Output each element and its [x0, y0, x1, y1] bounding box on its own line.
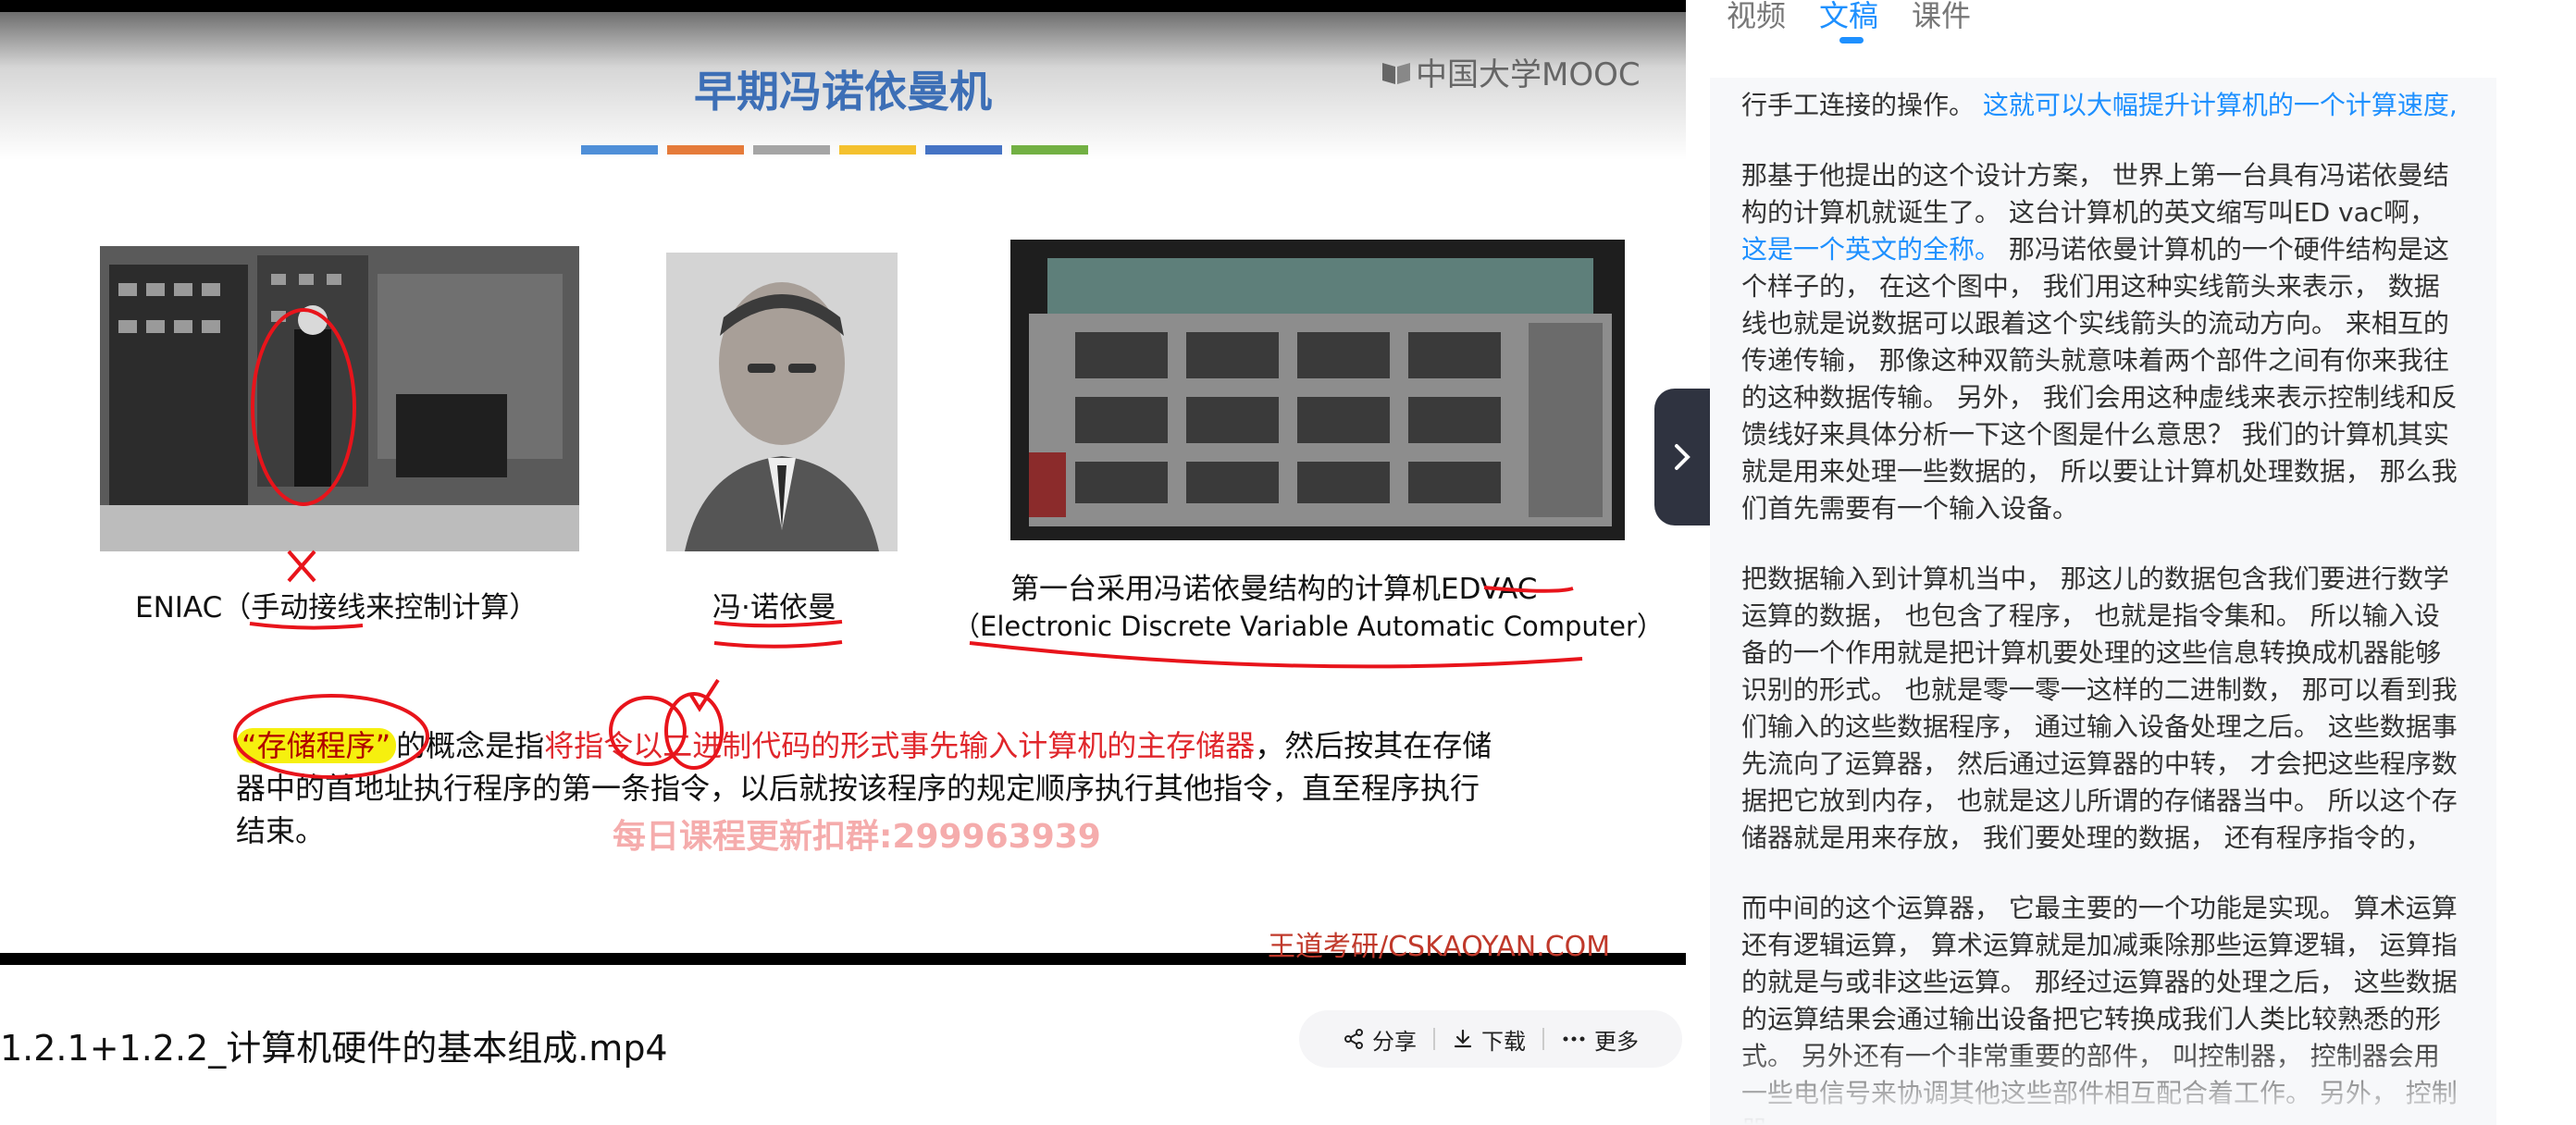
- transcript-text: 行手工连接的操作。: [1741, 90, 1975, 120]
- caption-eniac-desc: （手动接线来控制计算）: [222, 591, 539, 624]
- caption-edvac-fullname: （Electronic Discrete Variable Automatic …: [953, 611, 1664, 642]
- transcript-current-sentence[interactable]: 这是一个英文的全称。: [1741, 234, 2000, 265]
- download-button[interactable]: 下载: [1452, 1023, 1526, 1056]
- para-red-text: 将指令以二进制代码的形式事先输入计算机的主存储器: [544, 728, 1256, 763]
- caption-edvac-title: 第一台采用冯诺依曼结构的计算机EDVAC: [1010, 573, 1538, 606]
- transcript-paragraph: 行手工连接的操作。 这就可以大幅提升计算机的一个计算速度,: [1741, 87, 2465, 124]
- transcript-panel[interactable]: 行手工连接的操作。 这就可以大幅提升计算机的一个计算速度, 那基于他提出的这个设…: [1710, 78, 2496, 1125]
- edvac-illustration: [1010, 240, 1625, 540]
- stored-program-term: “存储程序”: [236, 728, 397, 763]
- active-tab-indicator: [1839, 37, 1864, 43]
- transcript-fade: [1710, 1042, 2496, 1125]
- caption-eniac: ENIAC（手动接线来控制计算）: [135, 584, 538, 625]
- vonneumann-photo: [666, 253, 898, 551]
- divider: [1542, 1028, 1544, 1050]
- video-actions: 分享 下载 更多: [1299, 1010, 1682, 1068]
- edvac-photo: [1010, 240, 1625, 540]
- download-label: 下载: [1481, 1028, 1526, 1055]
- tab-video-label: 视频: [1727, 0, 1787, 33]
- tab-transcript-label: 文稿: [1819, 0, 1879, 33]
- book-icon: [1382, 62, 1410, 84]
- lecture-slide: 早期冯诺依曼机 中国大学MOOC ENIAC（手动接线来控制计算） 冯·诺依曼 …: [0, 12, 1686, 963]
- transcript-text: 那冯诺依曼计算机的一个硬件结构是这个样子的， 在这个图中， 我们用这种实线箭头来…: [1741, 234, 2458, 524]
- more-label: 更多: [1594, 1028, 1639, 1055]
- para-text: 的概念是指: [396, 728, 545, 763]
- mooc-logo: 中国大学MOOC: [1381, 49, 1641, 94]
- caption-vonneumann: 冯·诺依曼: [712, 591, 836, 624]
- panel-toggle-button[interactable]: [1654, 389, 1710, 525]
- video-title: 1.2.1+1.2.2_计算机硬件的基本组成.mp4: [0, 1028, 668, 1069]
- tab-courseware-label: 课件: [1912, 0, 1972, 33]
- transcript-text: 那基于他提出的这个设计方案， 世界上第一台具有冯诺依曼结构的计算机就诞生了。 这…: [1741, 160, 2449, 228]
- portrait-illustration: [666, 253, 898, 551]
- accent-bar: [925, 145, 1002, 155]
- caption-eniac-name: ENIAC: [135, 591, 223, 624]
- watermark: 每日课程更新扣群:299963939: [613, 818, 1101, 856]
- eniac-photo: [100, 246, 579, 551]
- share-icon: [1344, 1029, 1363, 1049]
- accent-bar: [667, 145, 744, 155]
- panel-tabs: 视频 文稿 课件: [1727, 0, 1971, 43]
- video-player[interactable]: 早期冯诺依曼机 中国大学MOOC ENIAC（手动接线来控制计算） 冯·诺依曼 …: [0, 0, 1686, 965]
- accent-bar: [1011, 145, 1088, 155]
- divider: [1433, 1028, 1435, 1050]
- more-button[interactable]: 更多: [1561, 1023, 1639, 1056]
- tab-transcript[interactable]: 文稿: [1819, 0, 1879, 43]
- eniac-illustration: [100, 246, 579, 551]
- share-button[interactable]: 分享: [1343, 1023, 1417, 1056]
- tab-courseware[interactable]: 课件: [1912, 0, 1971, 35]
- more-dots-icon: [1563, 1036, 1585, 1042]
- share-label: 分享: [1372, 1028, 1417, 1055]
- slide-brand: 王道考研/CSKAOYAN.COM: [1268, 931, 1611, 963]
- accent-bar: [581, 145, 658, 155]
- transcript-current-sentence[interactable]: 这就可以大幅提升计算机的一个计算速度,: [1983, 90, 2458, 120]
- chevron-right-icon: [1675, 444, 1690, 470]
- tab-video[interactable]: 视频: [1727, 0, 1786, 35]
- accent-bar: [839, 145, 916, 155]
- logo-text: 中国大学MOOC: [1416, 56, 1641, 93]
- transcript-paragraph: 那基于他提出的这个设计方案， 世界上第一台具有冯诺依曼结构的计算机就诞生了。 这…: [1741, 157, 2465, 527]
- accent-bars: [581, 145, 1088, 155]
- transcript-paragraph: 把数据输入到计算机当中， 那这儿的数据包含我们要进行数学运算的数据， 也包含了程…: [1741, 563, 2458, 853]
- download-icon: [1454, 1029, 1472, 1048]
- accent-bar: [753, 145, 830, 155]
